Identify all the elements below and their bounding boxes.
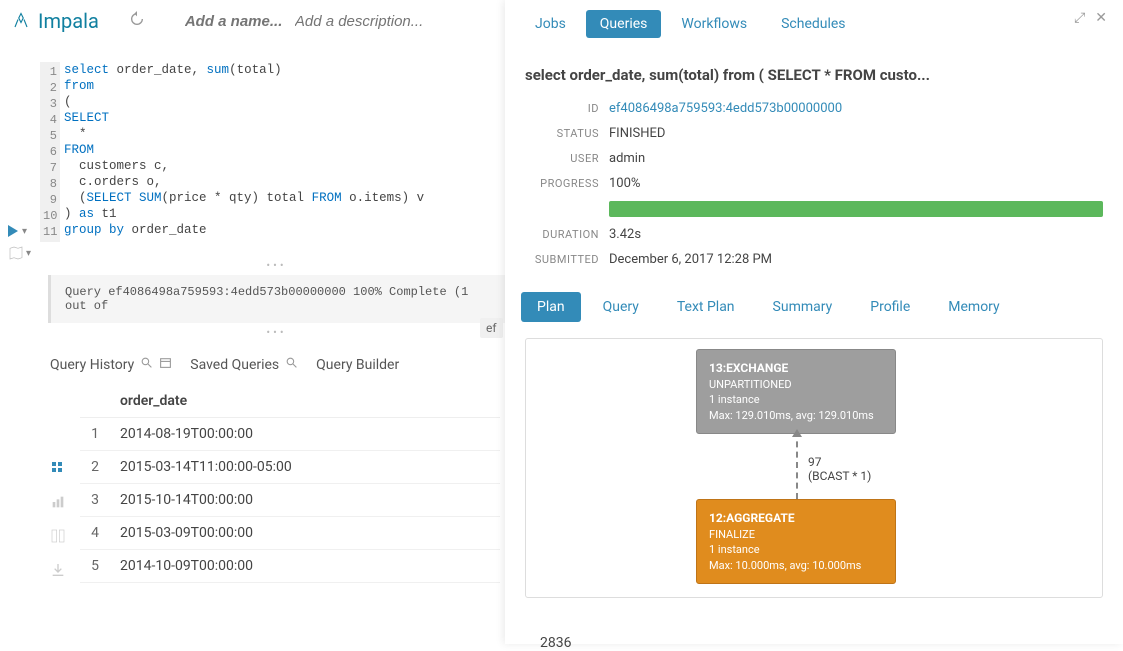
grid-icon[interactable] xyxy=(50,460,66,480)
close-icon[interactable]: ✕ xyxy=(1095,10,1107,26)
chevron-down-icon: ▾ xyxy=(22,226,27,237)
query-id-link[interactable]: ef4086498a759593:4edd573b00000000 xyxy=(609,101,842,116)
tab-workflows[interactable]: Workflows xyxy=(667,10,761,38)
query-status-text: Query ef4086498a759593:4edd573b00000000 … xyxy=(48,275,505,323)
results-table: order_date 12014-08-19T00:00:0022015-03-… xyxy=(80,385,500,583)
run-button[interactable]: ▾ xyxy=(8,225,31,237)
plan-node-aggregate[interactable]: 12:AGGREGATE FINALIZE 1 instance Max: 10… xyxy=(696,499,896,584)
query-detail-panel: Jobs Queries Workflows Schedules ⤢ ✕ sel… xyxy=(505,0,1123,644)
subtab-plan[interactable]: Plan xyxy=(521,292,581,322)
result-count: 2836 xyxy=(540,635,571,651)
download-icon[interactable] xyxy=(50,562,66,582)
table-row[interactable]: 12014-08-19T00:00:00 xyxy=(80,418,500,451)
detail-subtabs: Plan Query Text Plan Summary Profile Mem… xyxy=(505,276,1123,330)
progress-bar xyxy=(609,201,1103,217)
query-id-chip[interactable]: ef xyxy=(480,318,503,338)
save-menu[interactable]: ▾ xyxy=(8,245,31,261)
tab-jobs[interactable]: Jobs xyxy=(521,10,580,38)
table-row[interactable]: 42015-03-09T00:00:00 xyxy=(80,517,500,550)
columns-icon[interactable] xyxy=(50,528,66,548)
subtab-textplan[interactable]: Text Plan xyxy=(661,292,751,322)
code-area[interactable]: select order_date, sum(total) from ( SEL… xyxy=(64,62,505,238)
table-row[interactable]: 22015-03-14T11:00:00-05:00 xyxy=(80,451,500,484)
editor-panel: Impala 1234567891011 select order_date, … xyxy=(0,0,505,644)
duration-value: 3.42s xyxy=(609,227,641,242)
query-metadata: IDef4086498a759593:4edd573b00000000 STAT… xyxy=(505,92,1123,276)
refresh-icon[interactable] xyxy=(129,11,145,31)
subtab-profile[interactable]: Profile xyxy=(854,292,926,322)
search-icon[interactable] xyxy=(285,356,298,373)
user-value: admin xyxy=(609,151,645,166)
submitted-value: December 6, 2017 12:28 PM xyxy=(609,252,772,267)
line-gutter: 1234567891011 xyxy=(40,62,60,242)
status-value: FINISHED xyxy=(609,126,665,141)
lower-tabs: Query History Saved Queries Query Builde… xyxy=(50,352,505,377)
table-row[interactable]: 52014-10-09T00:00:00 xyxy=(80,550,500,583)
play-icon xyxy=(8,225,18,237)
app-title: Impala xyxy=(38,9,99,33)
panel-tabs: Jobs Queries Workflows Schedules ⤢ ✕ xyxy=(505,0,1123,48)
drag-handle[interactable]: ••• xyxy=(48,323,505,342)
query-title: select order_date, sum(total) from ( SEL… xyxy=(505,48,1123,92)
col-header[interactable]: order_date xyxy=(110,385,500,418)
tab-query-builder[interactable]: Query Builder xyxy=(316,353,399,377)
result-view-icons xyxy=(50,460,66,582)
search-icon[interactable] xyxy=(140,356,153,373)
drag-handle[interactable]: ••• xyxy=(48,256,505,275)
tab-query-history[interactable]: Query History xyxy=(50,352,172,377)
subtab-summary[interactable]: Summary xyxy=(757,292,849,322)
tab-queries[interactable]: Queries xyxy=(586,10,662,38)
plan-graph[interactable]: 13:EXCHANGE UNPARTITIONED 1 instance Max… xyxy=(525,338,1103,598)
plan-node-exchange[interactable]: 13:EXCHANGE UNPARTITIONED 1 instance Max… xyxy=(696,349,896,434)
calendar-icon[interactable] xyxy=(159,356,172,373)
plan-edge xyxy=(796,431,798,499)
run-controls: ▾ ▾ xyxy=(8,225,31,261)
map-icon xyxy=(8,245,24,261)
table-row[interactable]: 32015-10-14T00:00:00 xyxy=(80,484,500,517)
impala-icon xyxy=(12,12,30,30)
expand-icon[interactable]: ⤢ xyxy=(1074,10,1085,26)
tab-schedules[interactable]: Schedules xyxy=(767,10,859,38)
description-input[interactable] xyxy=(295,13,445,30)
subtab-memory[interactable]: Memory xyxy=(932,292,1015,322)
progress-value: 100% xyxy=(609,176,640,191)
name-input[interactable] xyxy=(185,13,295,30)
edge-label: 97 (BCAST * 1) xyxy=(808,455,871,483)
tab-saved-queries[interactable]: Saved Queries xyxy=(190,352,298,377)
chevron-down-icon: ▾ xyxy=(26,248,31,259)
subtab-query[interactable]: Query xyxy=(587,292,655,322)
sql-editor[interactable]: 1234567891011 select order_date, sum(tot… xyxy=(40,62,505,238)
app-header: Impala xyxy=(0,0,505,42)
chart-icon[interactable] xyxy=(50,494,66,514)
